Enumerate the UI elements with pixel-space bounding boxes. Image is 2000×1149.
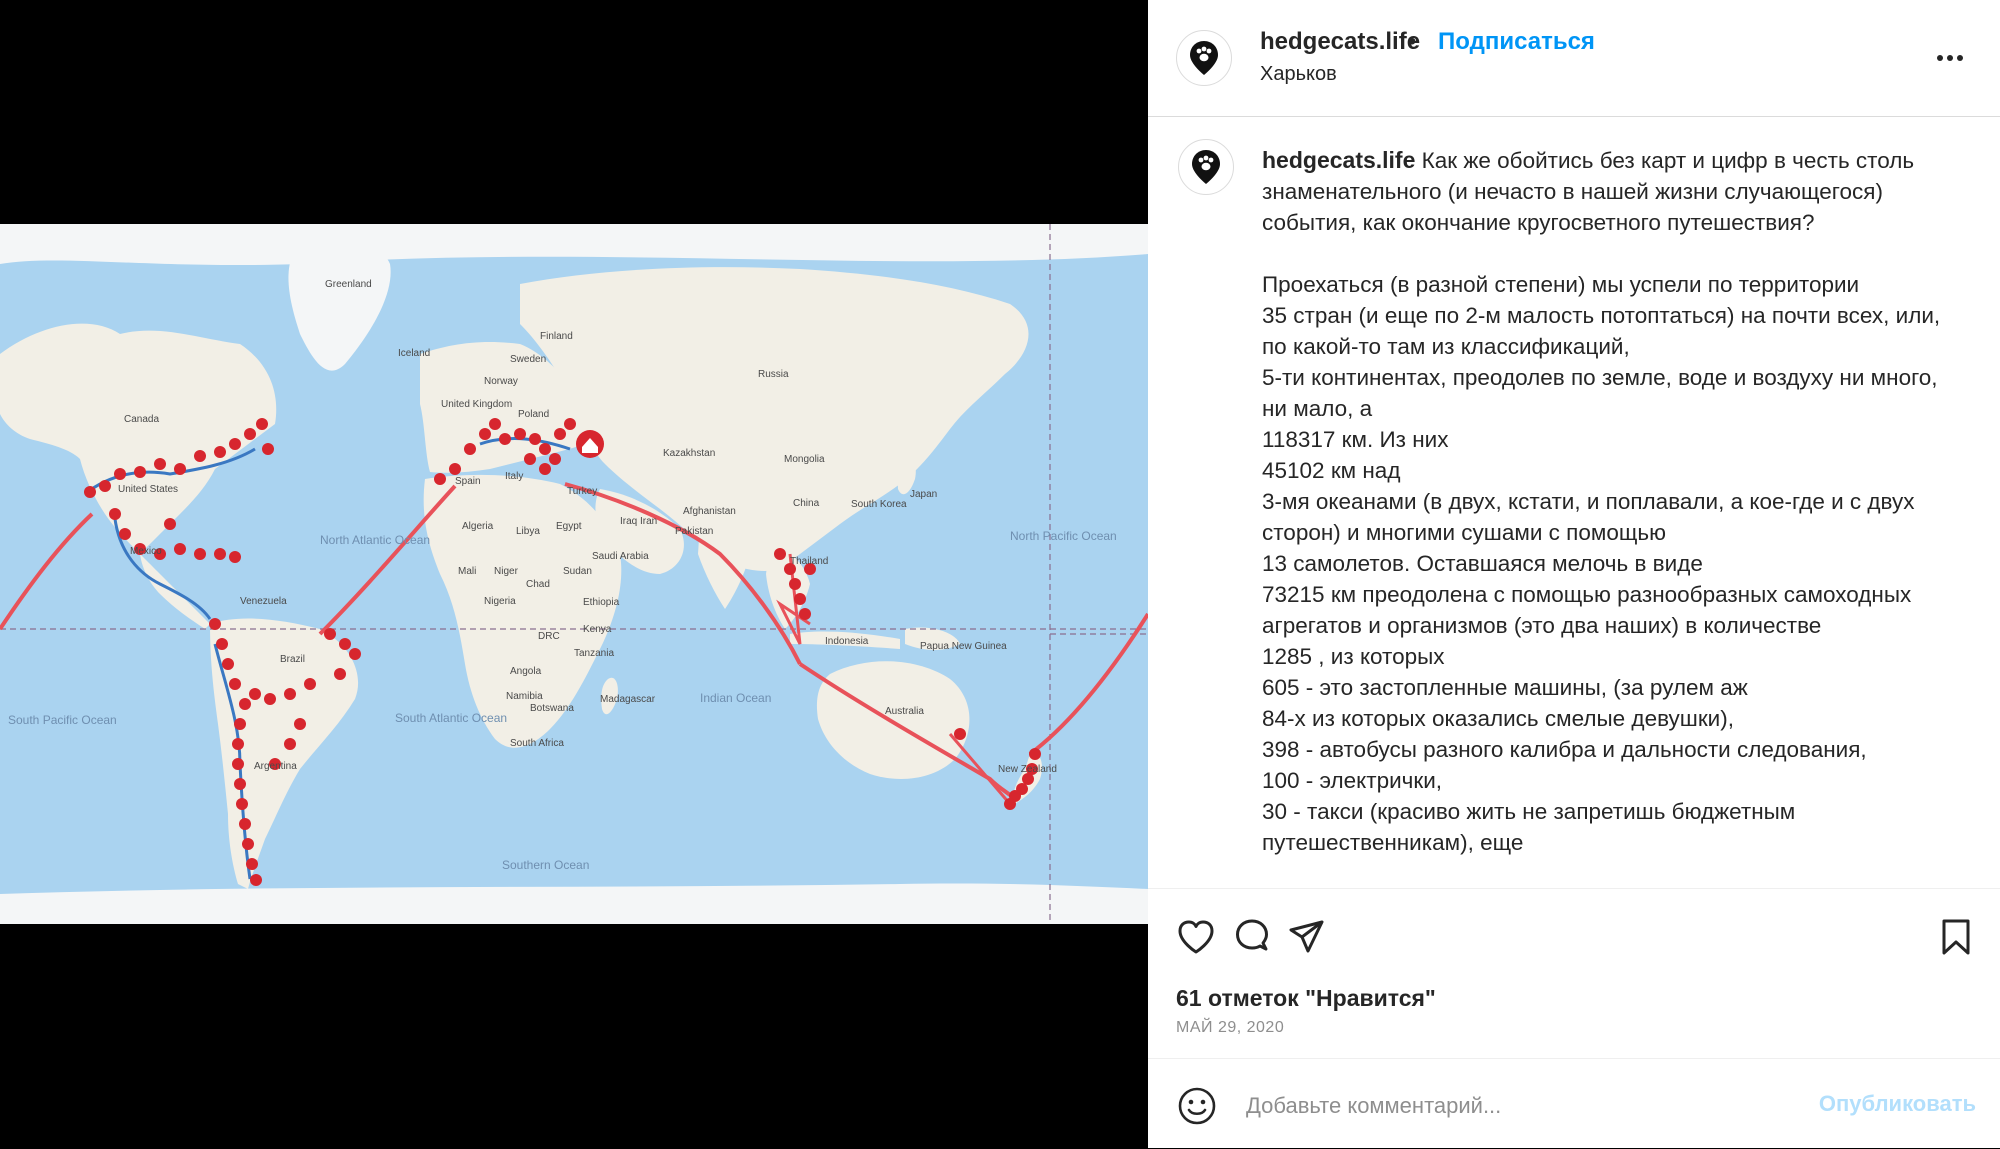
map-label: Botswana (530, 703, 574, 714)
map-label: Poland (518, 409, 549, 420)
map-label: China (793, 498, 820, 509)
caption-text: Как же обойтись без карт и цифр в честь … (1262, 148, 1941, 855)
map-label: United States (118, 484, 178, 495)
action-bar: 61 отметок "Нравится" МАЙ 29, 2020 (1148, 888, 2000, 1059)
map-label: Thailand (790, 556, 828, 567)
smiley-icon[interactable] (1176, 1085, 1218, 1127)
ocean-label: Southern Ocean (502, 858, 589, 872)
post-sidebar: hedgecats.life • Подписаться Харьков hed… (1148, 0, 2000, 1148)
follow-button[interactable]: Подписаться (1438, 28, 1595, 56)
caption-username[interactable]: hedgecats.life (1262, 147, 1415, 173)
map-label: Sweden (510, 354, 546, 365)
map-label: Egypt (556, 521, 582, 532)
ocean-label: South Atlantic Ocean (395, 711, 507, 725)
map-label: Australia (885, 706, 924, 717)
map-label: Mongolia (784, 454, 825, 465)
paw-pin-icon (1192, 150, 1220, 184)
map-label: South Africa (510, 738, 564, 749)
map-label: Angola (510, 666, 542, 677)
ocean-label: Indian Ocean (700, 691, 771, 705)
ocean-label: North Pacific Ocean (1010, 529, 1117, 543)
map-label: Kenya (583, 624, 612, 635)
map-label: Norway (484, 376, 518, 387)
world-map-svg: Greenland Iceland Finland Sweden Norway … (0, 224, 1148, 924)
map-label: Canada (124, 414, 159, 425)
map-label: Niger (494, 566, 519, 577)
map-label: DRC (538, 631, 560, 642)
avatar[interactable] (1176, 30, 1232, 86)
map-label: Saudi Arabia (592, 551, 649, 562)
map-label: Indonesia (825, 636, 869, 647)
paper-plane-icon[interactable] (1284, 915, 1328, 959)
map-label: Greenland (325, 279, 372, 290)
map-label: United Kingdom (441, 399, 512, 410)
map-label: Libya (516, 526, 540, 537)
comment-icon[interactable] (1230, 915, 1274, 959)
more-horizontal-icon[interactable] (1930, 38, 1970, 78)
likes-count[interactable]: 61 отметок "Нравится" (1176, 985, 1436, 1012)
map-label: Papua New Guinea (920, 641, 1007, 652)
bookmark-icon[interactable] (1934, 915, 1978, 959)
post-date[interactable]: МАЙ 29, 2020 (1176, 1019, 1284, 1037)
map-label: Tanzania (574, 648, 614, 659)
username-link[interactable]: hedgecats.life (1260, 28, 1420, 56)
map-label: Kazakhstan (663, 448, 715, 459)
paw-pin-icon (1190, 41, 1218, 75)
map-label: Venezuela (240, 596, 287, 607)
map-label: Namibia (506, 691, 543, 702)
comments-area[interactable]: hedgecats.life Как же обойтись без карт … (1148, 117, 2000, 887)
map-label: Madagascar (600, 694, 656, 705)
publish-button[interactable]: Опубликовать (1819, 1091, 1976, 1117)
map-label: Iceland (398, 348, 430, 359)
location-link[interactable]: Харьков (1260, 63, 1337, 86)
post-media[interactable]: Greenland Iceland Finland Sweden Norway … (0, 0, 1148, 1148)
post-header: hedgecats.life • Подписаться Харьков (1148, 0, 2000, 117)
map-label: New Zealand (998, 764, 1057, 775)
map-label: Sudan (563, 566, 592, 577)
map-label: Nigeria (484, 596, 516, 607)
map-label: Argentina (254, 761, 297, 772)
map-label: Japan (910, 489, 937, 500)
map-label: Spain (455, 476, 481, 487)
map-label: Finland (540, 331, 573, 342)
comment-box: Опубликовать (1148, 1058, 2000, 1149)
map-label: Pakistan (675, 526, 713, 537)
map-label: Mexico (130, 546, 162, 557)
map-label: Afghanistan (683, 506, 736, 517)
map-label: Algeria (462, 521, 494, 532)
heart-icon[interactable] (1174, 915, 1218, 959)
world-map-image: Greenland Iceland Finland Sweden Norway … (0, 224, 1148, 924)
map-label: Russia (758, 369, 789, 380)
post-caption: hedgecats.life Как же обойтись без карт … (1262, 145, 1962, 858)
map-label: Turkey (567, 486, 597, 497)
map-label: Ethiopia (583, 597, 620, 608)
separator-dot: • (1408, 28, 1417, 55)
map-label: Brazil (280, 654, 305, 665)
map-label: Italy (505, 471, 523, 482)
comment-input[interactable] (1244, 1087, 1788, 1125)
map-label: Iran (640, 516, 657, 527)
map-label: Mali (458, 566, 476, 577)
map-label: Iraq (620, 516, 637, 527)
ocean-label: South Pacific Ocean (8, 713, 117, 727)
ocean-label: North Atlantic Ocean (320, 533, 430, 547)
map-label: South Korea (851, 499, 907, 510)
caption-avatar[interactable] (1178, 139, 1234, 195)
map-label: Chad (526, 579, 550, 590)
home-pin-icon (576, 430, 604, 458)
